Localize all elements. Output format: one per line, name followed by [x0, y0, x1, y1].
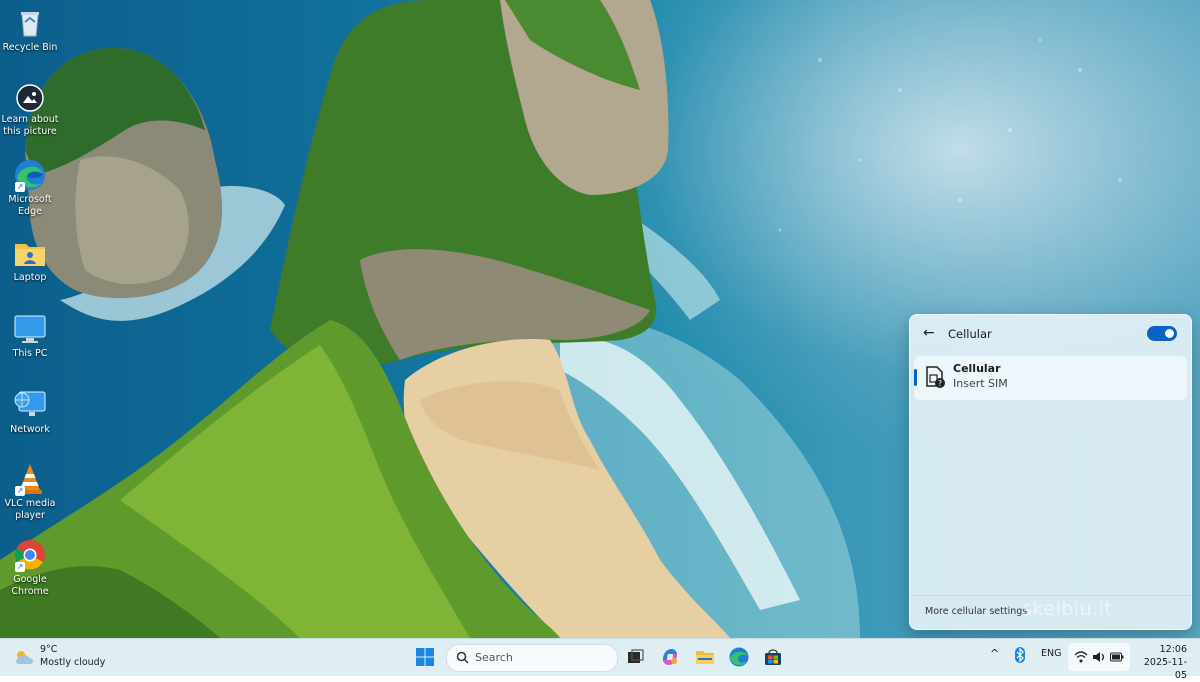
- chrome-icon: ↗: [13, 538, 47, 572]
- wifi-icon: [1074, 651, 1088, 663]
- cellular-toggle[interactable]: [1147, 326, 1177, 341]
- search-icon: [456, 651, 469, 664]
- store-icon: [765, 649, 781, 665]
- desktop-icon-label: Laptop: [13, 272, 47, 283]
- file-explorer-icon: [696, 651, 714, 664]
- taskbar-clock[interactable]: 12:06 2025-11-05: [1135, 643, 1187, 682]
- vlc-cone-icon: ↗: [13, 462, 47, 496]
- battery-icon: [1110, 652, 1124, 662]
- desktop-icon-network[interactable]: Network: [0, 388, 60, 436]
- cellular-item-name: Cellular: [953, 362, 1001, 375]
- bluetooth-icon[interactable]: [1014, 647, 1026, 666]
- store-button[interactable]: [762, 646, 784, 668]
- more-cellular-settings-link[interactable]: More cellular settings: [925, 606, 1027, 617]
- back-arrow-icon[interactable]: ←: [923, 326, 937, 340]
- search-placeholder: Search: [475, 651, 513, 664]
- monitor-icon: [13, 312, 47, 346]
- weather-temp: 9°C: [40, 644, 58, 655]
- network-icon: [13, 388, 47, 422]
- task-view-button[interactable]: [624, 646, 646, 668]
- taskbar: 9°C Mostly cloudy Search ^ ENG 12:06 202…: [0, 638, 1200, 681]
- desktop-icon-label: This PC: [12, 348, 48, 359]
- toggle-knob: [1165, 329, 1174, 338]
- selection-indicator: [914, 369, 917, 386]
- sim-card-warning-icon: ?: [924, 365, 946, 389]
- watermark: skelbiu.lt: [1022, 598, 1113, 620]
- cellular-flyout: ← Cellular ? Cellular Insert SIM More ce…: [909, 314, 1192, 630]
- copilot-icon: [663, 649, 677, 665]
- language-indicator[interactable]: ENG: [1041, 648, 1061, 659]
- copilot-button[interactable]: [659, 646, 681, 668]
- show-hidden-icons-chevron-icon[interactable]: ^: [990, 647, 999, 660]
- desktop-icon-label: Recycle Bin: [2, 42, 58, 53]
- camera-info-icon: [16, 84, 44, 112]
- desktop-icon-label: VLC media player: [4, 498, 56, 521]
- start-button[interactable]: [414, 646, 436, 668]
- svg-text:?: ?: [938, 379, 942, 388]
- edge-taskbar-button[interactable]: [728, 646, 750, 668]
- desktop-icon-label: Network: [10, 424, 50, 435]
- desktop-icon-vlc[interactable]: ↗ VLC media player: [0, 462, 60, 522]
- edge-icon: ↗: [13, 158, 47, 192]
- taskbar-search[interactable]: Search: [446, 644, 618, 672]
- clock-time: 12:06: [1159, 644, 1187, 655]
- desktop-icon-this-pc[interactable]: This PC: [0, 312, 60, 360]
- file-explorer-button[interactable]: [694, 646, 716, 668]
- shortcut-arrow-icon: ↗: [15, 182, 25, 192]
- volume-icon: [1093, 652, 1105, 662]
- cloud-sun-icon: [14, 649, 36, 665]
- shortcut-arrow-icon: ↗: [15, 486, 25, 496]
- windows-start-icon: [416, 648, 434, 666]
- cellular-connection-item[interactable]: ? Cellular Insert SIM: [914, 356, 1187, 400]
- weather-condition: Mostly cloudy: [40, 657, 106, 668]
- clock-date: 2025-11-05: [1143, 657, 1187, 681]
- quick-settings-button[interactable]: [1068, 643, 1130, 671]
- desktop-icon-label: Learn about this picture: [1, 114, 59, 137]
- desktop-icon-label: Google Chrome: [11, 574, 49, 597]
- flyout-title: Cellular: [948, 327, 992, 341]
- cellular-item-status: Insert SIM: [953, 377, 1008, 390]
- desktop-icon-chrome[interactable]: ↗ Google Chrome: [0, 538, 60, 598]
- desktop-icon-learn-about-picture[interactable]: Learn about this picture: [0, 84, 60, 138]
- desktop-icon-label: Microsoft Edge: [8, 194, 52, 217]
- desktop-icon-recycle-bin[interactable]: Recycle Bin: [0, 6, 60, 54]
- task-view-icon: [628, 649, 644, 663]
- user-folder-icon: [13, 236, 47, 270]
- flyout-header: ← Cellular: [910, 315, 1191, 353]
- desktop-icon-laptop[interactable]: Laptop: [0, 236, 60, 284]
- desktop-icon-edge[interactable]: ↗ Microsoft Edge: [0, 158, 60, 218]
- edge-icon: [729, 647, 749, 667]
- recycle-bin-icon: [13, 6, 47, 40]
- shortcut-arrow-icon: ↗: [15, 562, 25, 572]
